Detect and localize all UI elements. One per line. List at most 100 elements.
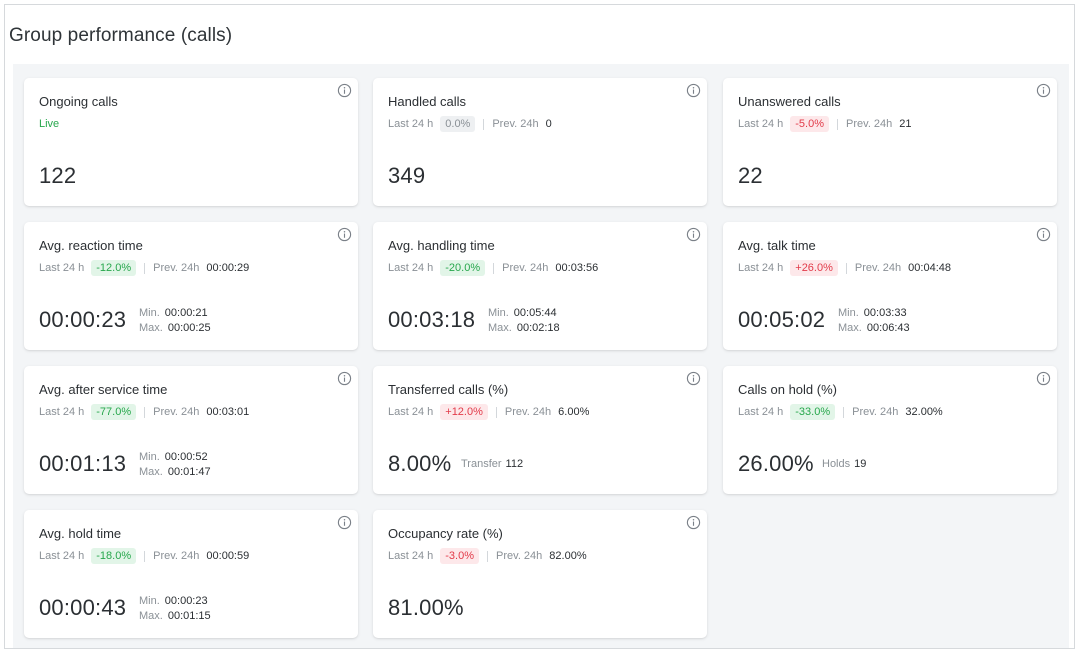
prev-label: Prev. 24h <box>502 262 549 274</box>
min-value: 00:00:52 <box>164 451 208 463</box>
card-transferred-calls: Transferred calls (%) Last 24 h +12.0% P… <box>373 366 707 494</box>
card-avg-reaction-time: Avg. reaction time Last 24 h -12.0% Prev… <box>24 222 358 350</box>
change-badge: -77.0% <box>91 404 137 420</box>
max-value: 00:01:47 <box>167 466 211 478</box>
divider <box>144 406 146 418</box>
change-badge: 0.0% <box>440 116 476 132</box>
info-icon[interactable] <box>1036 227 1051 242</box>
card-title: Transferred calls (%) <box>388 382 509 397</box>
card-meta: Last 24 h -12.0% Prev. 24h 00:00:29 <box>39 259 249 277</box>
card-handled-calls: Handled calls Last 24 h 0.0% Prev. 24h 0… <box>373 78 707 206</box>
change-badge: +12.0% <box>440 404 488 420</box>
max-label: Max. <box>139 322 163 334</box>
max-value: 00:00:25 <box>167 322 211 334</box>
card-meta: Last 24 h -77.0% Prev. 24h 00:03:01 <box>39 403 249 421</box>
transfer-label: Transfer <box>461 458 502 470</box>
change-badge: +26.0% <box>790 260 838 276</box>
card-value: 26.00% <box>738 451 814 476</box>
card-avg-handling-time: Avg. handling time Last 24 h -20.0% Prev… <box>373 222 707 350</box>
info-icon[interactable] <box>686 371 701 386</box>
max-value: 00:02:18 <box>516 322 560 334</box>
period-label: Last 24 h <box>388 406 434 418</box>
card-meta: Last 24 h -3.0% Prev. 24h 82.00% <box>388 547 587 565</box>
info-icon[interactable] <box>337 227 352 242</box>
card-meta: Last 24 h +26.0% Prev. 24h 00:04:48 <box>738 259 951 277</box>
period-label: Last 24 h <box>39 550 85 562</box>
info-icon[interactable] <box>686 515 701 530</box>
card-title: Avg. hold time <box>39 526 122 541</box>
divider <box>837 118 839 130</box>
prev-value: 6.00% <box>558 406 590 418</box>
card-meta: Last 24 h -5.0% Prev. 24h 21 <box>738 115 912 133</box>
period-label: Last 24 h <box>39 262 85 274</box>
change-badge: -20.0% <box>440 260 486 276</box>
prev-label: Prev. 24h <box>153 406 200 418</box>
prev-label: Prev. 24h <box>852 406 899 418</box>
prev-label: Prev. 24h <box>846 118 893 130</box>
period-label: Last 24 h <box>738 262 784 274</box>
info-icon[interactable] <box>1036 371 1051 386</box>
card-meta: Last 24 h -33.0% Prev. 24h 32.00% <box>738 403 943 421</box>
card-value: 00:01:13 <box>39 451 127 476</box>
info-icon[interactable] <box>686 227 701 242</box>
divider <box>845 262 847 274</box>
period-label: Last 24 h <box>738 118 784 130</box>
live-label: Live <box>39 118 60 130</box>
prev-value: 00:03:01 <box>206 406 250 418</box>
min-value: 00:05:44 <box>513 307 557 319</box>
holds-count: Holds 19 <box>822 458 866 470</box>
transfer-count: Transfer 112 <box>461 458 523 470</box>
card-title: Avg. after service time <box>39 382 168 397</box>
card-value: 00:00:23 <box>39 307 127 332</box>
min-label: Min. <box>838 307 859 319</box>
max-label: Max. <box>488 322 512 334</box>
max-label: Max. <box>838 322 862 334</box>
card-avg-hold-time: Avg. hold time Last 24 h -18.0% Prev. 24… <box>24 510 358 638</box>
card-title: Avg. handling time <box>388 238 495 253</box>
card-unanswered-calls: Unanswered calls Last 24 h -5.0% Prev. 2… <box>723 78 1057 206</box>
card-title: Ongoing calls <box>39 94 118 109</box>
prev-label: Prev. 24h <box>854 262 902 274</box>
card-value: 22 <box>738 163 763 188</box>
info-icon[interactable] <box>1036 83 1051 98</box>
card-value: 122 <box>39 163 77 188</box>
prev-value: 82.00% <box>549 550 587 562</box>
card-title: Occupancy rate (%) <box>388 526 503 541</box>
divider <box>483 118 485 130</box>
card-meta: Last 24 h -20.0% Prev. 24h 00:03:56 <box>388 259 598 277</box>
info-icon[interactable] <box>337 371 352 386</box>
card-value: 00:03:18 <box>388 307 476 332</box>
info-icon[interactable] <box>337 83 352 98</box>
card-title: Calls on hold (%) <box>738 382 837 397</box>
prev-label: Prev. 24h <box>153 262 200 274</box>
card-meta: Last 24 h 0.0% Prev. 24h 0 <box>388 115 552 133</box>
min-label: Min. <box>488 307 509 319</box>
dashboard-frame: Group performance (calls) Ongoing calls … <box>4 4 1075 649</box>
change-badge: -33.0% <box>790 404 836 420</box>
max-value: 00:01:15 <box>167 610 211 622</box>
info-icon[interactable] <box>337 515 352 530</box>
prev-value: 00:03:56 <box>555 262 599 274</box>
min-max: Min. 00:05:44 Max. 00:02:18 <box>488 306 560 336</box>
max-label: Max. <box>139 610 163 622</box>
divider <box>487 550 489 562</box>
card-meta: Live <box>39 115 59 133</box>
period-label: Last 24 h <box>39 406 85 418</box>
card-title: Handled calls <box>388 94 467 109</box>
card-value: 349 <box>388 163 426 188</box>
card-avg-talk-time: Avg. talk time Last 24 h +26.0% Prev. 24… <box>723 222 1057 350</box>
change-badge: -5.0% <box>790 116 830 132</box>
info-icon[interactable] <box>686 83 701 98</box>
card-avg-after-service-time: Avg. after service time Last 24 h -77.0%… <box>24 366 358 494</box>
prev-value: 32.00% <box>905 406 943 418</box>
min-max: Min. 00:03:33 Max. 00:06:43 <box>838 306 910 336</box>
card-calls-on-hold: Calls on hold (%) Last 24 h -33.0% Prev.… <box>723 366 1057 494</box>
card-value: 8.00% <box>388 451 452 476</box>
change-badge: -12.0% <box>91 260 137 276</box>
divider <box>495 406 497 418</box>
prev-label: Prev. 24h <box>496 550 543 562</box>
min-value: 00:00:21 <box>164 307 208 319</box>
prev-value: 21 <box>899 118 912 130</box>
metrics-board: Ongoing calls Live 122 Handled calls Las… <box>13 64 1069 648</box>
prev-value: 00:00:59 <box>206 550 250 562</box>
